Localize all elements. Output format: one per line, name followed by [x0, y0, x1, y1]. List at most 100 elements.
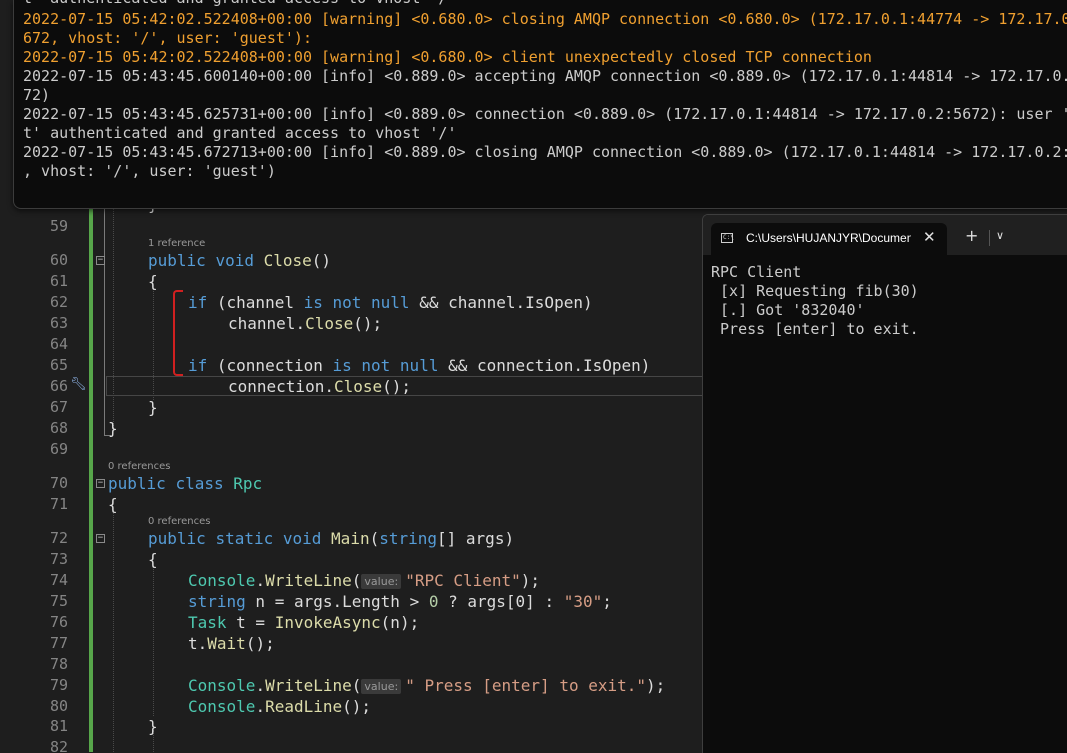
code-token: [] args)	[437, 529, 515, 548]
code-token: WriteLine	[265, 676, 352, 695]
line-number: 69	[49, 440, 68, 458]
chevron-down-icon[interactable]: ∨	[996, 229, 1004, 242]
code-line: {	[148, 549, 158, 570]
code-token: args	[293, 592, 333, 611]
code-token: InvokeAsync	[274, 613, 381, 632]
quick-actions-icon[interactable]: 🔧︎	[70, 377, 87, 392]
code-token: static	[215, 529, 274, 548]
code-token: ()	[311, 251, 332, 270]
code-token: Main	[331, 529, 370, 548]
code-line: string n = args.Length > 0 ? args[0] : "…	[188, 591, 612, 612]
log-line: t' authenticated and granted access to v…	[23, 0, 456, 8]
line-number: 70	[49, 474, 68, 492]
plus-icon[interactable]: +	[965, 226, 978, 245]
code-line: }	[108, 418, 118, 439]
code-token: {	[148, 272, 158, 291]
code-line: {	[108, 494, 118, 515]
code-token: Console	[188, 697, 256, 716]
line-number: 78	[49, 655, 68, 673]
terminal-output-line: [.] Got '832040'	[711, 301, 865, 319]
code-line: Task t = InvokeAsync(n);	[188, 612, 419, 633]
code-token: channel	[226, 293, 294, 312]
terminal-tab[interactable]: C:\ C:\Users\HUJANJYR\Documen ✕	[711, 223, 947, 255]
line-number: 76	[49, 613, 68, 631]
line-number: 71	[49, 495, 68, 513]
code-token: &&	[419, 293, 439, 312]
terminal-output-line: [x] Requesting fib(30)	[711, 282, 919, 300]
code-token: (	[207, 356, 227, 375]
code-token: "RPC Client"	[405, 571, 521, 590]
collapse-toggle[interactable]: −	[96, 479, 105, 488]
indent-guide	[113, 510, 114, 752]
log-line: 72)	[23, 86, 51, 104]
code-token: connection	[226, 356, 323, 375]
code-token: "30"	[563, 592, 603, 611]
namespace-scope-bracket	[104, 205, 111, 436]
code-token: Close	[305, 314, 354, 333]
code-line: {	[148, 271, 158, 292]
code-line: public class Rpc	[108, 473, 262, 494]
log-line: , vhost: '/', user: 'guest')	[23, 162, 276, 180]
code-token: Rpc	[233, 474, 263, 493]
code-token: t =	[226, 613, 275, 632]
codelens-references[interactable]: 1 reference	[148, 238, 205, 249]
code-token: is not null	[322, 356, 449, 375]
code-token: .	[255, 571, 266, 590]
code-token: (	[369, 529, 380, 548]
codelens-references[interactable]: 0 references	[108, 461, 171, 472]
code-token: );	[520, 571, 541, 590]
code-line: }	[148, 397, 158, 418]
line-number: 77	[49, 634, 68, 652]
code-token: Console	[188, 676, 256, 695]
close-icon[interactable]: ✕	[923, 228, 936, 246]
line-number: 63	[49, 314, 68, 332]
code-token: {	[148, 550, 158, 569]
cmd-icon: C:\	[721, 233, 734, 243]
indent-guide	[153, 566, 154, 716]
code-token: &&	[448, 356, 468, 375]
code-token: args	[467, 592, 506, 611]
code-token: ;	[602, 592, 612, 611]
code-token: }	[148, 717, 158, 736]
code-line: channel.Close();	[228, 313, 382, 334]
code-token: (	[351, 571, 362, 590]
code-token: ReadLine	[265, 697, 343, 716]
log-line: 672, vhost: '/', user: 'guest'):	[23, 29, 312, 47]
code-line: }	[148, 716, 158, 737]
code-token: string	[188, 592, 246, 611]
line-number: 79	[49, 676, 68, 694]
code-token: [0] :	[505, 592, 564, 611]
code-token: connection.IsOpen)	[467, 356, 651, 375]
terminal-output-line: Press [enter] to exit.	[711, 320, 919, 338]
code-token: ();	[245, 634, 275, 653]
code-line: Console.WriteLine(value: " Press [enter] …	[188, 675, 665, 696]
code-token: .	[197, 634, 208, 653]
code-token: ?	[438, 592, 468, 611]
log-line: 2022-07-15 05:42:02.522408+00:00 [warnin…	[23, 10, 1067, 28]
terminal-window[interactable]: C:\ C:\Users\HUJANJYR\Documen ✕ + ∨ RPC …	[702, 214, 1067, 753]
code-line: t.Wait();	[188, 633, 275, 654]
code-token: Console	[188, 571, 256, 590]
code-line: Console.WriteLine(value: "RPC Client");	[188, 570, 540, 591]
parameter-inlay-hint: value:	[361, 679, 402, 694]
line-number: 73	[49, 550, 68, 568]
line-number: 64	[49, 335, 68, 353]
line-number: 75	[49, 592, 68, 610]
code-token: void	[282, 529, 322, 548]
line-number: 74	[49, 571, 68, 589]
line-number: 65	[49, 356, 68, 374]
code-token: );	[646, 676, 666, 695]
indent-guide	[113, 205, 114, 430]
code-token: (	[351, 676, 362, 695]
code-token: public	[108, 474, 166, 493]
code-line: public static void Main(string[] args)	[148, 528, 514, 549]
rabbitmq-log-console[interactable]: t' authenticated and granted access to v…	[13, 0, 1067, 209]
code-token: .	[255, 676, 266, 695]
line-number: 80	[49, 697, 68, 715]
collapse-toggle[interactable]: −	[96, 256, 105, 265]
collapse-toggle[interactable]: −	[96, 534, 105, 543]
code-token: Close	[263, 251, 312, 270]
code-token: .	[295, 314, 306, 333]
code-token: public	[148, 529, 206, 548]
codelens-references[interactable]: 0 references	[148, 516, 211, 527]
